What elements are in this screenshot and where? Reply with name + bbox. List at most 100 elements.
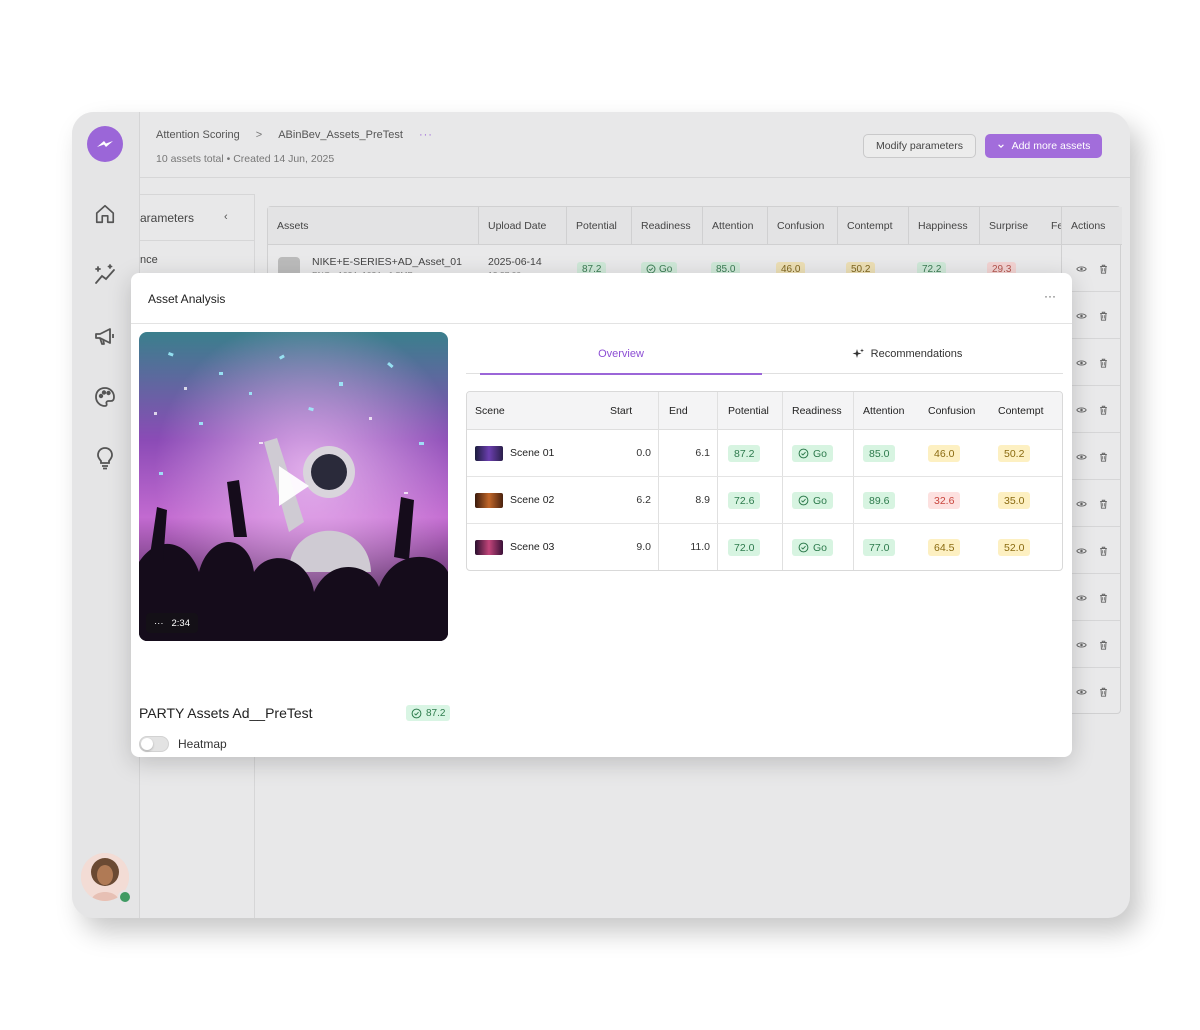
- col-potential[interactable]: Potential: [728, 392, 769, 430]
- col-happiness[interactable]: Happiness: [909, 207, 980, 245]
- check-circle-icon: [798, 448, 809, 459]
- col-end[interactable]: End: [669, 392, 688, 430]
- col-actions: Actions: [1062, 207, 1122, 245]
- eye-icon[interactable]: [1076, 594, 1087, 602]
- breadcrumb-separator: >: [255, 129, 263, 141]
- video-duration-label: 2:34: [171, 617, 191, 629]
- scene-row[interactable]: Scene 02 6.2 8.9 72.6 Go 89.6 32.6 35.0: [467, 477, 1062, 524]
- confusion-value: 32.6: [928, 492, 961, 509]
- col-confusion[interactable]: Confusion: [928, 392, 975, 430]
- divider: [140, 240, 254, 241]
- eye-icon[interactable]: [1076, 359, 1087, 367]
- asset-score-value: 87.2: [426, 707, 446, 719]
- scene-start: 9.0: [636, 541, 651, 553]
- scene-start: 0.0: [636, 447, 651, 459]
- assets-table-header: Assets Upload Date Potential Readiness A…: [268, 207, 1120, 245]
- asset-analysis-modal: Asset Analysis ··· ··· 2:34 PARTY Assets…: [131, 273, 1072, 757]
- col-readiness[interactable]: Readiness: [632, 207, 703, 245]
- eye-icon[interactable]: [1076, 641, 1087, 649]
- col-attention[interactable]: Attention: [703, 207, 768, 245]
- col-assets[interactable]: Assets: [268, 207, 479, 245]
- video-player[interactable]: ··· 2:34: [139, 332, 448, 641]
- eye-icon[interactable]: [1076, 688, 1087, 696]
- check-circle-icon: [798, 495, 809, 506]
- collapse-panel-icon[interactable]: ‹: [224, 211, 228, 223]
- eye-icon[interactable]: [1076, 500, 1087, 508]
- eye-icon[interactable]: [1076, 312, 1087, 320]
- trash-icon[interactable]: [1099, 264, 1108, 274]
- home-icon[interactable]: [92, 201, 118, 227]
- modify-parameters-button[interactable]: Modify parameters: [863, 134, 976, 158]
- col-attention[interactable]: Attention: [863, 392, 904, 430]
- eye-icon[interactable]: [1076, 547, 1087, 555]
- col-fear[interactable]: Fe: [1045, 207, 1061, 245]
- trash-icon[interactable]: [1099, 593, 1108, 603]
- trash-icon[interactable]: [1099, 311, 1108, 321]
- breadcrumb-current: ABinBev_Assets_PreTest: [278, 129, 403, 141]
- scene-row[interactable]: Scene 01 0.0 6.1 87.2 Go 85.0 46.0 50.2: [467, 430, 1062, 477]
- trash-icon[interactable]: [1099, 452, 1108, 462]
- upload-date: 2025-06-14: [488, 256, 542, 268]
- scene-start: 6.2: [636, 494, 651, 506]
- trash-icon[interactable]: [1099, 499, 1108, 509]
- contempt-value: 50.2: [998, 445, 1031, 462]
- trash-icon[interactable]: [1099, 687, 1108, 697]
- eye-icon[interactable]: [1076, 406, 1087, 414]
- breadcrumb-root[interactable]: Attention Scoring: [156, 129, 240, 141]
- col-potential[interactable]: Potential: [567, 207, 632, 245]
- video-more-icon[interactable]: ···: [154, 618, 164, 629]
- scene-name: Scene 02: [510, 494, 555, 506]
- tab-recommendations[interactable]: Recommendations: [762, 333, 1052, 374]
- eye-icon[interactable]: [1076, 453, 1087, 461]
- scene-row[interactable]: Scene 03 9.0 11.0 72.0 Go 77.0 64.5 52.0: [467, 524, 1062, 570]
- lightbulb-icon[interactable]: [92, 445, 118, 471]
- attention-value: 89.6: [863, 492, 896, 509]
- sparkles-icon: [852, 348, 864, 358]
- check-circle-icon: [411, 708, 422, 718]
- heatmap-toggle[interactable]: [139, 736, 169, 752]
- check-circle-icon: [798, 542, 809, 553]
- more-options-icon[interactable]: ···: [1044, 289, 1056, 303]
- col-start[interactable]: Start: [610, 392, 632, 430]
- modal-title: Asset Analysis: [148, 292, 226, 306]
- contempt-value: 52.0: [998, 539, 1031, 556]
- more-options-icon[interactable]: ···: [419, 129, 433, 141]
- tab-recommendations-label: Recommendations: [870, 347, 963, 360]
- add-more-assets-button[interactable]: Add more assets: [985, 134, 1102, 158]
- col-scene[interactable]: Scene: [475, 392, 505, 430]
- trash-icon[interactable]: [1099, 546, 1108, 556]
- tab-overview[interactable]: Overview: [480, 333, 762, 375]
- logo-icon[interactable]: [87, 126, 123, 162]
- col-surprise[interactable]: Surprise: [980, 207, 1045, 245]
- analysis-tabs: Overview Recommendations: [466, 333, 1063, 375]
- scene-thumbnail: [475, 493, 503, 508]
- col-confusion[interactable]: Confusion: [768, 207, 838, 245]
- col-upload-date[interactable]: Upload Date: [479, 207, 567, 245]
- megaphone-icon[interactable]: [92, 323, 118, 349]
- attention-value: 77.0: [863, 539, 896, 556]
- sparkle-chart-icon[interactable]: [92, 262, 118, 288]
- confusion-value: 64.5: [928, 539, 961, 556]
- asset-name[interactable]: NIKE+E-SERIES+AD_Asset_01: [312, 256, 462, 268]
- trash-icon[interactable]: [1099, 640, 1108, 650]
- readiness-badge: Go: [792, 539, 834, 556]
- chevron-down-icon: [997, 144, 1004, 149]
- project-info: 10 assets total • Created 14 Jun, 2025: [156, 153, 335, 165]
- readiness-label: Go: [813, 447, 828, 460]
- trash-icon[interactable]: [1099, 358, 1108, 368]
- readiness-badge: Go: [792, 445, 834, 462]
- col-contempt[interactable]: Contempt: [838, 207, 909, 245]
- toggle-knob: [141, 738, 153, 750]
- potential-value: 72.0: [728, 539, 761, 556]
- palette-icon[interactable]: [92, 384, 118, 410]
- trash-icon[interactable]: [1099, 405, 1108, 415]
- col-readiness[interactable]: Readiness: [792, 392, 842, 430]
- eye-icon[interactable]: [1076, 265, 1087, 273]
- parameters-title: arameters: [140, 211, 195, 225]
- parameter-item[interactable]: nce: [140, 254, 158, 266]
- modal-header: Asset Analysis ···: [131, 273, 1072, 324]
- contempt-value: 35.0: [998, 492, 1031, 509]
- col-contempt[interactable]: Contempt: [998, 392, 1044, 430]
- heatmap-label: Heatmap: [178, 737, 227, 751]
- play-icon[interactable]: [279, 466, 309, 506]
